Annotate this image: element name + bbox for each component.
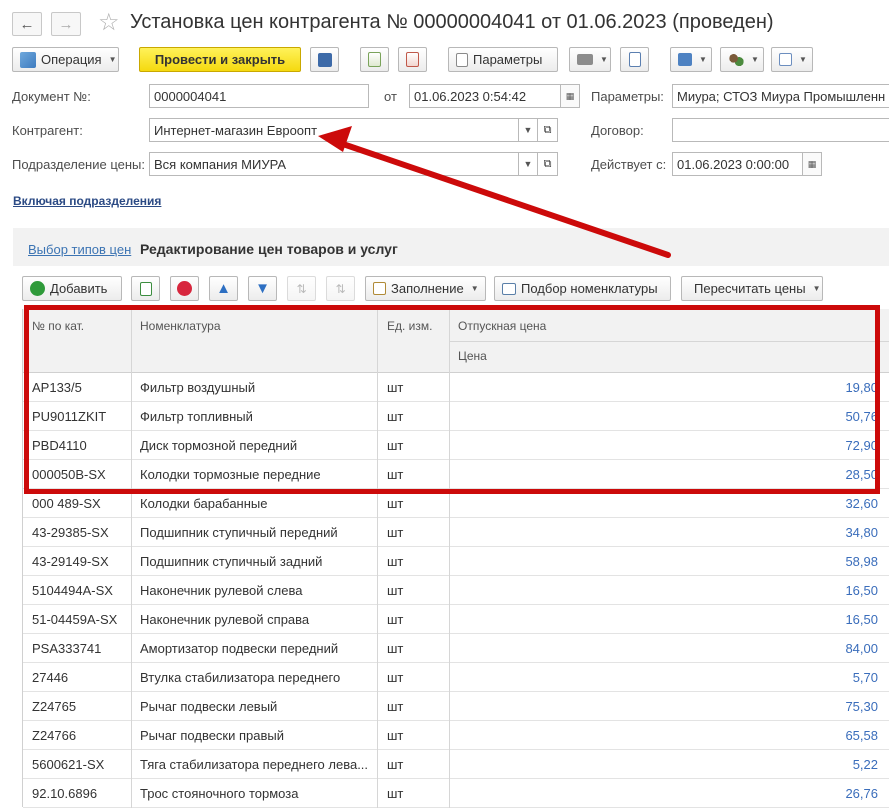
annotation-arrow — [318, 126, 671, 258]
